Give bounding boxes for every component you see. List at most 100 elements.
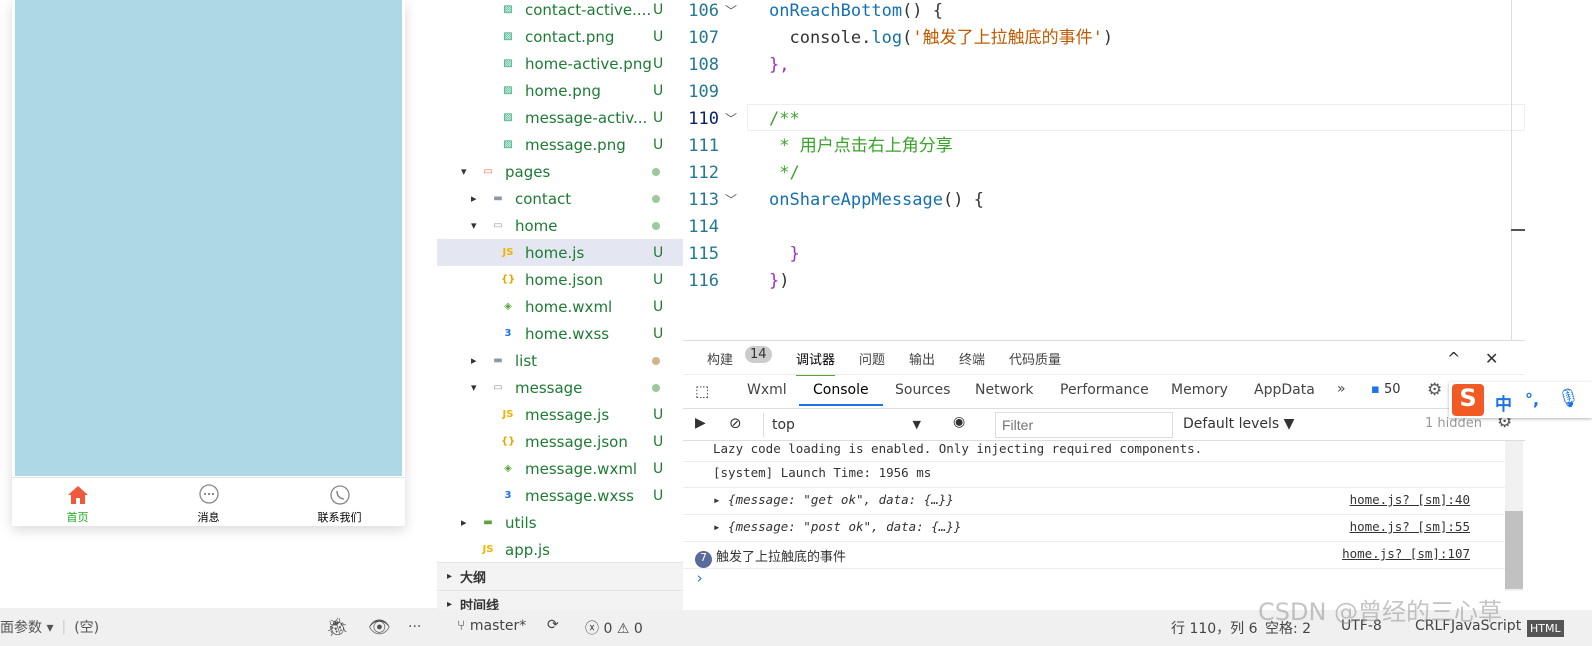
ime-toolbar[interactable]: S 中 °, 🎙︎ <box>1449 382 1592 418</box>
png-file-icon: ▨ <box>503 3 513 15</box>
cursor-position[interactable]: 行 110，列 6 <box>1171 618 1258 638</box>
panel-tab[interactable]: 构建 <box>707 349 733 368</box>
console-message[interactable]: ▸ {message: "post ok", data: {…}} <box>713 519 961 534</box>
file-tree: ▨ contact-active.... U ▨ contact.png U ▨ home-a… <box>437 0 683 618</box>
tree-folder[interactable]: ▾ ▭ message <box>437 374 683 401</box>
tree-item-label: message.js <box>525 405 610 424</box>
live-expression-eye-icon[interactable]: ◉ <box>953 414 965 430</box>
tree-folder[interactable]: ▸ ▬ list <box>437 347 683 374</box>
tree-file[interactable]: JS message.js U <box>437 401 683 428</box>
console-message[interactable]: ▸ {message: "get ok", data: {…}} <box>713 492 954 507</box>
ime-punct[interactable]: °, <box>1525 390 1539 409</box>
wxml-file-icon: ◈ <box>504 462 512 474</box>
tree-folder[interactable]: ▾ ▭ home <box>437 212 683 239</box>
code-token: log <box>871 28 903 48</box>
tree-item-label: home.png <box>525 81 601 100</box>
console-message[interactable]: 7 触发了上拉触底的事件 <box>695 546 846 568</box>
git-status: U <box>653 28 664 45</box>
collapse-panel-icon[interactable]: ^ <box>1447 349 1460 368</box>
microphone-icon[interactable]: 🎙︎ <box>1557 388 1580 409</box>
settings-icon[interactable]: ⚙ <box>1427 380 1442 400</box>
tab-label: 联系我们 <box>317 511 362 524</box>
console-prompt[interactable]: › <box>695 569 704 587</box>
chevron-right-icon[interactable]: ▸ <box>461 516 467 529</box>
tree-file[interactable]: ▨ message.png U <box>437 131 683 158</box>
source-link[interactable]: home.js? [sm]:55 <box>1350 519 1470 534</box>
devtools-tab-network[interactable]: Network <box>975 382 1033 398</box>
filter-input[interactable] <box>995 412 1173 438</box>
panel-tab[interactable]: 调试器 <box>796 349 836 376</box>
context-select[interactable]: top ▼ <box>763 413 933 437</box>
devtools-tab-console[interactable]: Console <box>799 382 883 406</box>
tab-message[interactable]: 消息 <box>143 478 274 526</box>
tree-folder[interactable]: ▸ ▬ utils <box>437 509 683 536</box>
chevron-down-icon[interactable]: ▾ <box>471 381 477 394</box>
tree-file[interactable]: ▨ message-activ... U <box>437 104 683 131</box>
devtools-tab-memory[interactable]: Memory <box>1171 382 1228 398</box>
console-message[interactable]: [system] Launch Time: 1956 ms <box>713 465 931 480</box>
tree-file[interactable]: ◈ home.wxml U <box>437 293 683 320</box>
git-status-dot <box>652 168 660 176</box>
sync-icon[interactable]: ⟳ <box>547 617 559 633</box>
more-icon[interactable]: ··· <box>408 619 421 635</box>
chevron-down-icon[interactable]: ▾ <box>471 219 477 232</box>
panel-tab[interactable]: 终端 <box>959 349 985 368</box>
sidebar-toggle-icon[interactable]: ▶ <box>695 415 706 431</box>
devtools-tab-appdata[interactable]: AppData <box>1254 382 1315 398</box>
panel-tab[interactable]: 问题 <box>859 349 885 368</box>
tree-file[interactable]: ▨ home-active.png U <box>437 50 683 77</box>
source-link[interactable]: home.js? [sm]:40 <box>1350 492 1470 507</box>
page-params-dropdown[interactable]: 页面参数 ▾ <box>0 617 53 637</box>
tree-file[interactable]: 3 home.wxss U <box>437 320 683 347</box>
chevron-right-icon[interactable]: ▸ <box>471 354 477 367</box>
tree-folder[interactable]: ▸ ▬ contact <box>437 185 683 212</box>
git-branch[interactable]: ⑂ master* <box>457 618 526 634</box>
panel-tab[interactable]: 代码质量 <box>1009 349 1061 368</box>
chevron-down-icon[interactable]: ▾ <box>461 165 467 178</box>
devtools-tab-performance[interactable]: Performance <box>1060 382 1149 398</box>
code-token: console. <box>769 28 872 48</box>
tree-file[interactable]: JS home.js U <box>437 239 683 266</box>
tree-folder[interactable]: ▾ ▭ pages <box>437 158 683 185</box>
tab-home[interactable]: 首页 <box>12 478 143 526</box>
simulator: 首页 消息 联系我们 <box>0 0 437 608</box>
clear-console-icon[interactable]: ⊘ <box>729 414 742 432</box>
devtools-tab-sources[interactable]: Sources <box>895 382 950 398</box>
tree-file[interactable]: JS app.js <box>437 536 683 563</box>
source-link[interactable]: home.js? [sm]:107 <box>1342 546 1470 561</box>
console-message[interactable]: Lazy code loading is enabled. Only injec… <box>713 441 1202 456</box>
fold-chevron-icon[interactable]: ﹀ <box>725 106 737 133</box>
more-tabs-button[interactable]: » <box>1337 381 1346 397</box>
js-file-icon: JS <box>502 408 514 420</box>
tree-file[interactable]: ◈ message.wxml U <box>437 455 683 482</box>
close-panel-icon[interactable]: ✕ <box>1485 349 1498 368</box>
tree-item-label: home.js <box>525 243 585 262</box>
tree-file[interactable]: ▨ contact-active.... U <box>437 0 683 23</box>
tree-file[interactable]: {} home.json U <box>437 266 683 293</box>
console-scrollbar[interactable] <box>1505 441 1523 591</box>
debug-bug-icon[interactable]: 🐞︎ <box>326 617 349 638</box>
tree-file[interactable]: {} message.json U <box>437 428 683 455</box>
panel-section-0[interactable]: ▸ 大纲 <box>437 562 683 590</box>
code-line: * 用户点击右上角分享 <box>769 133 952 160</box>
log-levels-dropdown[interactable]: Default levels ▼ <box>1183 416 1294 432</box>
code-token: */ <box>769 163 800 183</box>
chevron-right-icon[interactable]: ▸ <box>471 192 477 205</box>
message-count[interactable]: ▪ 50 <box>1371 382 1401 397</box>
tree-file[interactable]: ▨ home.png U <box>437 77 683 104</box>
eye-icon[interactable]: 👁︎ <box>368 617 391 638</box>
watermark: CSDN @曾经的三心草 <box>1258 598 1503 626</box>
problems-indicator[interactable]: ⓧ 0 ⚠ 0 <box>585 618 643 638</box>
ime-mode[interactable]: 中 <box>1495 390 1512 415</box>
devtools-tab-wxml[interactable]: Wxml <box>747 382 787 398</box>
code-token: /** <box>769 109 800 129</box>
fold-chevron-icon[interactable]: ﹀ <box>725 0 737 25</box>
tab-contact[interactable]: 联系我们 <box>274 478 405 526</box>
code-editor[interactable]: 106 ﹀ onReachBottom() {107 console.log('触发… <box>683 0 1525 340</box>
tree-file[interactable]: ▨ contact.png U <box>437 23 683 50</box>
editor-scrollbar[interactable] <box>1511 0 1512 340</box>
inspect-element-icon[interactable]: ⬚ <box>695 382 709 400</box>
fold-chevron-icon[interactable]: ﹀ <box>725 187 737 214</box>
tree-file[interactable]: 3 message.wxss U <box>437 482 683 509</box>
panel-tab[interactable]: 输出 <box>909 349 935 368</box>
